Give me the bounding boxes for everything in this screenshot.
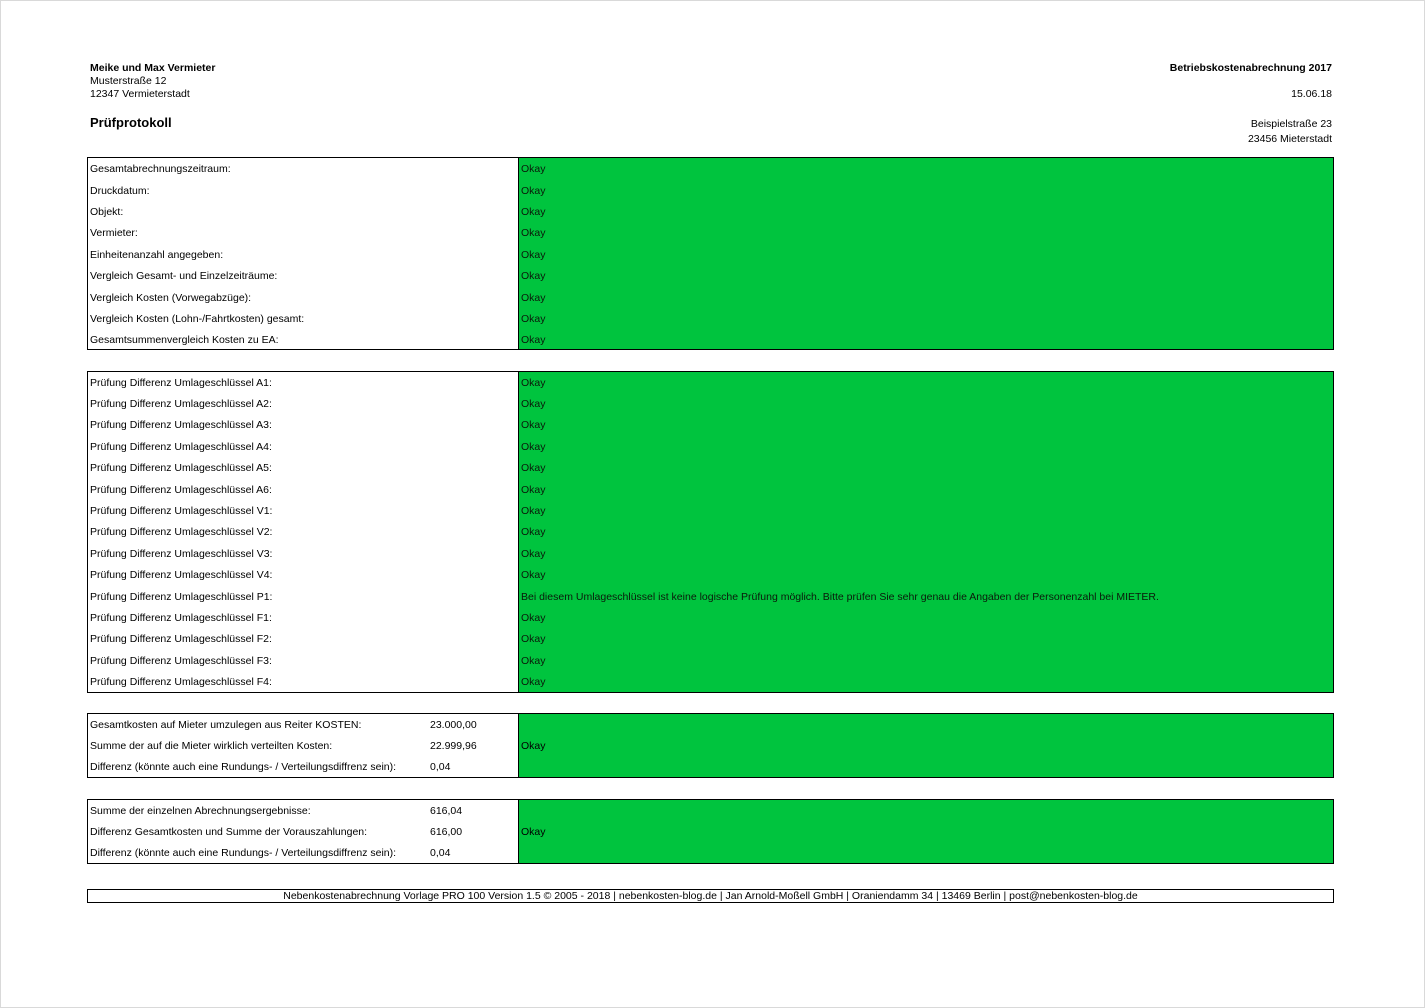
cost-value: 0,04 (430, 761, 451, 774)
check-label: Vergleich Gesamt- und Einzelzeiträume: (90, 270, 278, 283)
check-label: Prüfung Differenz Umlageschlüssel A5: (90, 462, 272, 475)
check-label: Objekt: (90, 205, 124, 218)
label-column: Gesamtabrechnungszeitraum: Druckdatum: O… (88, 158, 519, 349)
check-status: Okay (521, 462, 546, 475)
check-label: Gesamtsummenvergleich Kosten zu EA: (90, 334, 279, 347)
check-status: Okay (521, 569, 546, 582)
check-status: Okay (521, 440, 546, 453)
check-label: Prüfung Differenz Umlageschlüssel F3: (90, 654, 272, 667)
label-column: Prüfung Differenz Umlageschlüssel A1: Pr… (88, 372, 519, 692)
check-label: Prüfung Differenz Umlageschlüssel A4: (90, 440, 272, 453)
check-label: Gesamtabrechnungszeitraum: (90, 163, 231, 176)
check-label: Prüfung Differenz Umlageschlüssel A6: (90, 483, 272, 496)
check-status: Okay (521, 526, 546, 539)
check-table-results: Summe der einzelnen Abrechnungsergebniss… (87, 799, 1334, 864)
cost-row: Gesamtkosten auf Mieter umzulegen aus Re… (88, 714, 518, 735)
cost-row: Summe der auf die Mieter wirklich vertei… (88, 735, 518, 756)
check-status: Okay (521, 227, 546, 240)
recipient-address: Beispielstraße 23 23456 Mieterstadt (1248, 117, 1332, 147)
check-status: Okay (521, 654, 546, 667)
check-label: Prüfung Differenz Umlageschlüssel F4: (90, 676, 272, 689)
check-status: Okay (521, 163, 546, 176)
status-column: Okay Okay Okay Okay Okay Okay Okay Okay … (519, 158, 1333, 349)
check-status: Okay (521, 205, 546, 218)
cost-value: 23.000,00 (430, 718, 477, 731)
page-heading: Prüfprotokoll (90, 115, 172, 130)
cost-label: Differenz (könnte auch eine Rundungs- / … (90, 761, 397, 774)
recipient-street: Beispielstraße 23 (1250, 118, 1332, 130)
check-table-general: Gesamtabrechnungszeitraum: Druckdatum: O… (87, 157, 1334, 350)
check-label: Prüfung Differenz Umlageschlüssel V3: (90, 547, 273, 560)
check-status: Okay (521, 739, 546, 752)
check-status: Okay (521, 825, 546, 838)
sender-name: Meike und Max Vermieter (90, 62, 216, 74)
check-status: Okay (521, 270, 546, 283)
check-status: Okay (521, 505, 546, 518)
check-label: Prüfung Differenz Umlageschlüssel V4: (90, 569, 273, 582)
document-title: Betriebskostenabrechnung 2017 (1169, 62, 1332, 74)
footer-credits: Nebenkostenabrechnung Vorlage PRO 100 Ve… (87, 889, 1334, 903)
check-label: Vergleich Kosten (Vorwegabzüge): (90, 291, 252, 304)
check-status: Okay (521, 676, 546, 689)
check-status: Bei diesem Umlageschlüssel ist keine log… (521, 590, 1159, 603)
result-value: 616,00 (430, 826, 463, 839)
cost-value: 22.999,96 (430, 740, 477, 753)
check-status: Okay (521, 184, 546, 197)
result-value: 0,04 (430, 847, 451, 860)
check-label: Vermieter: (90, 227, 138, 240)
check-label: Vergleich Kosten (Lohn-/Fahrtkosten) ges… (90, 312, 305, 325)
check-label: Prüfung Differenz Umlageschlüssel F2: (90, 633, 272, 646)
check-label: Prüfung Differenz Umlageschlüssel P1: (90, 590, 273, 603)
check-status: Okay (521, 334, 546, 347)
result-row: Differenz Gesamtkosten und Summe der Vor… (88, 821, 518, 842)
check-label: Prüfung Differenz Umlageschlüssel A1: (90, 376, 272, 389)
check-label: Prüfung Differenz Umlageschlüssel A2: (90, 398, 272, 411)
check-label: Prüfung Differenz Umlageschlüssel A3: (90, 419, 272, 432)
check-status: Okay (521, 547, 546, 560)
label-column: Gesamtkosten auf Mieter umzulegen aus Re… (88, 714, 519, 777)
check-status: Okay (521, 248, 546, 261)
cost-label: Summe der auf die Mieter wirklich vertei… (90, 740, 333, 753)
recipient-city: 23456 Mieterstadt (1247, 133, 1332, 145)
check-status: Okay (521, 633, 546, 646)
check-label: Prüfung Differenz Umlageschlüssel V2: (90, 526, 273, 539)
result-label: Summe der einzelnen Abrechnungsergebniss… (90, 804, 311, 817)
cost-label: Gesamtkosten auf Mieter umzulegen aus Re… (90, 718, 362, 731)
cost-row: Differenz (könnte auch eine Rundungs- / … (88, 757, 518, 778)
check-status: Okay (521, 376, 546, 389)
check-status: Okay (521, 611, 546, 624)
check-status: Okay (521, 398, 546, 411)
check-status: Okay (521, 291, 546, 304)
document-date: 15.06.18 (1291, 88, 1332, 100)
check-label: Prüfung Differenz Umlageschlüssel V1: (90, 505, 273, 518)
result-value: 616,04 (430, 804, 463, 817)
check-status: Okay (521, 483, 546, 496)
check-status: Okay (521, 419, 546, 432)
result-label: Differenz (könnte auch eine Rundungs- / … (90, 847, 397, 860)
check-label: Prüfung Differenz Umlageschlüssel F1: (90, 611, 272, 624)
sender-city: 12347 Vermieterstadt (90, 88, 190, 100)
result-label: Differenz Gesamtkosten und Summe der Vor… (90, 826, 368, 839)
check-table-allocation-keys: Prüfung Differenz Umlageschlüssel A1: Pr… (87, 371, 1334, 693)
label-column: Summe der einzelnen Abrechnungsergebniss… (88, 800, 519, 863)
check-status: Okay (521, 312, 546, 325)
check-label: Druckdatum: (90, 184, 150, 197)
status-column: Okay Okay Okay Okay Okay Okay Okay Okay … (519, 372, 1333, 692)
result-row: Summe der einzelnen Abrechnungsergebniss… (88, 800, 518, 821)
sender-address: Meike und Max Vermieter Musterstraße 12 … (90, 62, 215, 101)
result-row: Differenz (könnte auch eine Rundungs- / … (88, 843, 518, 864)
status-column: Okay (519, 714, 1333, 777)
check-table-cost-totals: Gesamtkosten auf Mieter umzulegen aus Re… (87, 713, 1334, 778)
check-label: Einheitenanzahl angegeben: (90, 248, 224, 261)
sender-street: Musterstraße 12 (90, 75, 167, 87)
status-column: Okay (519, 800, 1333, 863)
